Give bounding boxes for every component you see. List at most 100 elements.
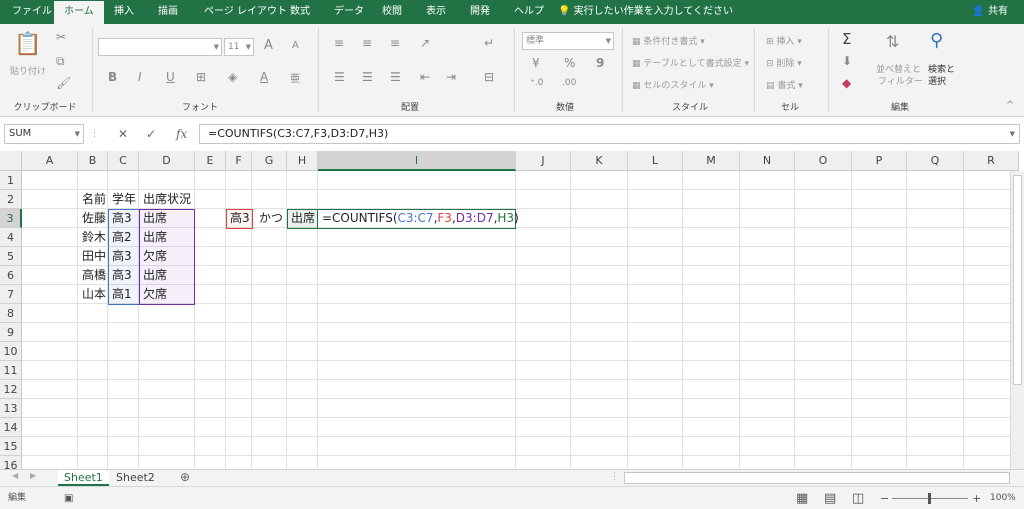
font-color-icon[interactable]: A: [260, 70, 268, 84]
cell-c6[interactable]: 高3: [110, 266, 132, 285]
column-header-p[interactable]: P: [852, 151, 907, 171]
row-header-11[interactable]: 11: [0, 361, 22, 380]
cell-b5[interactable]: 田中: [80, 247, 106, 266]
tab-page-layout[interactable]: ページ レイアウト: [204, 0, 287, 24]
row-header-9[interactable]: 9: [0, 323, 22, 342]
cell-d6[interactable]: 出席: [141, 266, 167, 285]
tab-draw[interactable]: 描画: [158, 0, 178, 24]
row-header-14[interactable]: 14: [0, 418, 22, 437]
next-sheet-icon[interactable]: ▶: [30, 471, 36, 480]
column-header-n[interactable]: N: [740, 151, 795, 171]
sort-filter-icon[interactable]: ⇅: [886, 32, 899, 51]
row-header-5[interactable]: 5: [0, 247, 22, 266]
column-header-m[interactable]: M: [683, 151, 740, 171]
comma-style-button[interactable]: 9: [596, 56, 604, 70]
row-header-10[interactable]: 10: [0, 342, 22, 361]
column-header-o[interactable]: O: [795, 151, 852, 171]
worksheet-grid[interactable]: ABCDEFGHIJKLMNOPQR 1 2 3 4 5 6 7 8 9 10 11 12 13 14 15…: [0, 151, 1024, 470]
column-header-i[interactable]: I: [318, 151, 516, 171]
currency-icon[interactable]: ¥: [532, 56, 540, 70]
row-header-12[interactable]: 12: [0, 380, 22, 399]
phonetic-icon[interactable]: 亜: [290, 70, 300, 85]
add-sheet-icon[interactable]: ⊕: [180, 470, 190, 484]
cell-d2[interactable]: 出席状況: [141, 190, 191, 209]
merge-cells-icon[interactable]: ⊟: [484, 70, 494, 84]
cancel-icon[interactable]: ✕: [118, 124, 128, 144]
cell-f3[interactable]: 高3: [228, 209, 250, 228]
macro-record-icon[interactable]: ▣: [64, 487, 73, 509]
cell-styles-button[interactable]: ▦ セルのスタイル ▾: [632, 78, 714, 91]
row-header-2[interactable]: 2: [0, 190, 22, 209]
format-as-table-button[interactable]: ▦ テーブルとして書式設定 ▾: [632, 56, 749, 69]
find-select-icon[interactable]: ⚲: [930, 30, 943, 51]
tab-formulas[interactable]: 数式: [290, 0, 310, 24]
column-header-j[interactable]: J: [516, 151, 571, 171]
column-header-k[interactable]: K: [571, 151, 628, 171]
cell-d5[interactable]: 欠席: [141, 247, 167, 266]
format-cells-button[interactable]: ▤ 書式 ▾: [766, 78, 803, 91]
cell-c7[interactable]: 高1: [110, 285, 132, 304]
font-name-combo[interactable]: ▼: [98, 38, 222, 56]
decrease-indent-icon[interactable]: ⇤: [420, 70, 430, 84]
tab-developer[interactable]: 開発: [470, 0, 490, 24]
column-header-l[interactable]: L: [628, 151, 683, 171]
row-header-13[interactable]: 13: [0, 399, 22, 418]
cell-d4[interactable]: 出席: [141, 228, 167, 247]
wrap-text-icon[interactable]: ↵: [484, 36, 494, 50]
zoom-in-icon[interactable]: +: [972, 487, 981, 509]
increase-indent-icon[interactable]: ⇥: [446, 70, 456, 84]
zoom-out-icon[interactable]: −: [880, 487, 889, 509]
cell-c3[interactable]: 高3: [110, 209, 132, 228]
select-all-corner[interactable]: [0, 151, 22, 171]
cell-i3-formula[interactable]: =COUNTIFS(C3:C7,F3,D3:D7,H3): [320, 209, 519, 228]
share-button[interactable]: 👤 共有: [972, 0, 1008, 24]
tab-view[interactable]: 表示: [426, 0, 446, 24]
row-header-3[interactable]: 3: [0, 209, 22, 228]
cell-b6[interactable]: 高橋: [80, 266, 106, 285]
cell-g3[interactable]: かつ: [257, 209, 283, 228]
cell-d7[interactable]: 欠席: [141, 285, 167, 304]
cut-icon[interactable]: ✂: [56, 30, 66, 44]
cell-b7[interactable]: 山本: [80, 285, 106, 304]
page-layout-view-icon[interactable]: ▤: [824, 487, 836, 509]
font-size-combo[interactable]: 11 ▼: [224, 38, 254, 56]
underline-button[interactable]: U: [166, 70, 175, 84]
cell-b2[interactable]: 名前: [80, 190, 106, 209]
cell-b3[interactable]: 佐藤: [80, 209, 106, 228]
fill-color-icon[interactable]: ◈: [228, 70, 237, 84]
column-header-q[interactable]: Q: [907, 151, 964, 171]
column-header-h[interactable]: H: [287, 151, 318, 171]
column-header-d[interactable]: D: [139, 151, 195, 171]
tell-me-box[interactable]: 💡 実行したい作業を入力してください: [558, 0, 733, 24]
tab-file[interactable]: ファイル: [12, 0, 52, 24]
page-break-view-icon[interactable]: ◫: [852, 487, 864, 509]
number-format-combo[interactable]: 標準 ▼: [522, 32, 614, 50]
row-header-16[interactable]: 16: [0, 456, 22, 470]
borders-icon[interactable]: ⊞: [196, 70, 206, 84]
normal-view-icon[interactable]: ▦: [796, 487, 808, 509]
delete-cells-button[interactable]: ⊟ 削除 ▾: [766, 56, 802, 69]
shrink-font-icon[interactable]: A: [292, 40, 299, 51]
column-header-c[interactable]: C: [108, 151, 139, 171]
cell-d3[interactable]: 出席: [141, 209, 167, 228]
insert-function-icon[interactable]: fx: [176, 124, 187, 144]
cell-h3[interactable]: 出席: [289, 209, 315, 228]
prev-sheet-icon[interactable]: ◀: [12, 471, 18, 480]
vertical-scroll-thumb[interactable]: [1013, 175, 1022, 385]
align-right-icon[interactable]: ☰: [390, 70, 401, 84]
bold-button[interactable]: B: [108, 70, 117, 84]
zoom-slider-thumb[interactable]: [928, 493, 931, 504]
column-header-b[interactable]: B: [78, 151, 108, 171]
cell-c5[interactable]: 高3: [110, 247, 132, 266]
tab-data[interactable]: データ: [334, 0, 364, 24]
decrease-decimal-icon[interactable]: .00: [562, 78, 576, 88]
orientation-icon[interactable]: ↗: [420, 36, 430, 50]
clear-icon[interactable]: ◆: [842, 76, 851, 90]
row-header-7[interactable]: 7: [0, 285, 22, 304]
fill-icon[interactable]: ⬇: [842, 54, 852, 68]
name-box[interactable]: SUM ▼: [4, 124, 84, 144]
insert-cells-button[interactable]: ⊞ 挿入 ▾: [766, 34, 802, 47]
tab-review[interactable]: 校閲: [382, 0, 402, 24]
row-header-6[interactable]: 6: [0, 266, 22, 285]
increase-decimal-icon[interactable]: ⁺.0: [530, 78, 543, 88]
